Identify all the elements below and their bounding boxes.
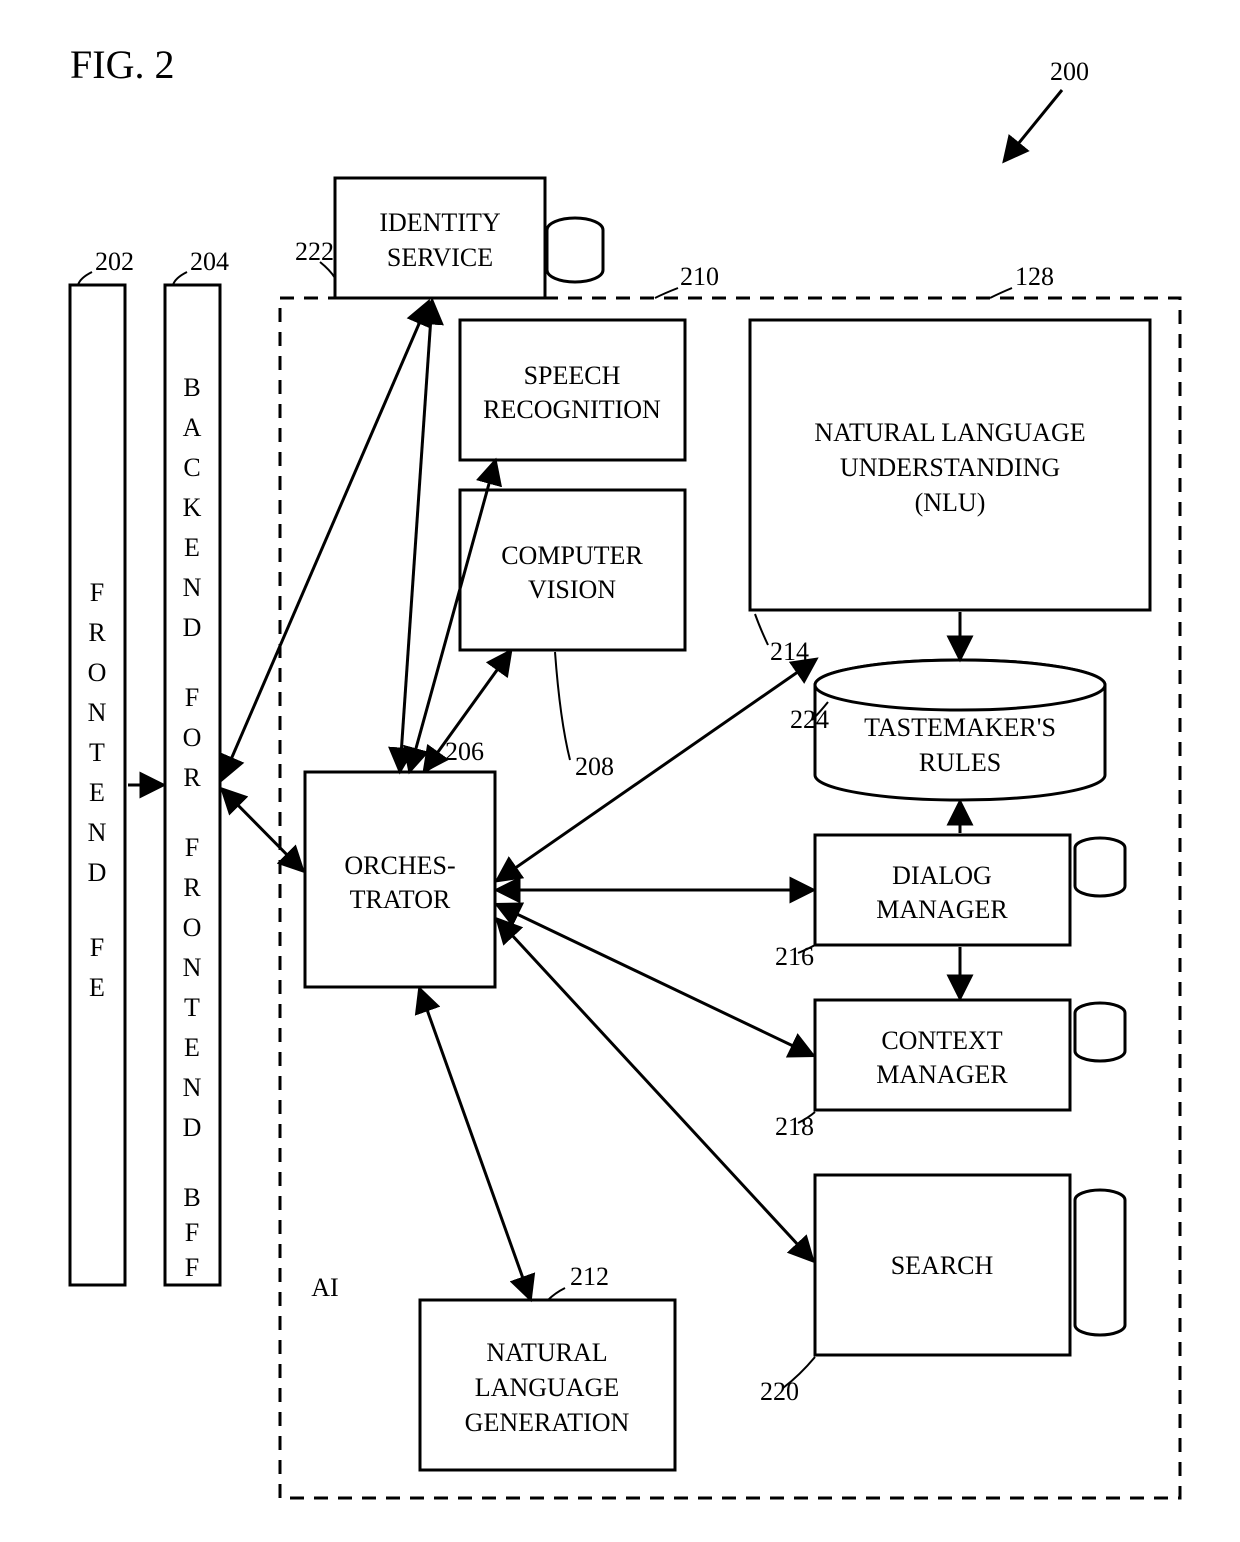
svg-text:N: N [183, 573, 202, 602]
svg-text:O: O [183, 913, 202, 942]
svg-text:DIALOG: DIALOG [892, 861, 992, 890]
svg-text:C: C [183, 453, 200, 482]
context-db-icon [1075, 1003, 1125, 1061]
svg-text:F: F [90, 933, 104, 962]
svg-text:T: T [89, 738, 105, 767]
svg-text:R: R [88, 618, 106, 647]
figure-2-diagram: FIG. 2 200 F R O N T E N D F E B A C K E… [0, 0, 1240, 1542]
figure-label: FIG. 2 [70, 42, 174, 87]
dialog-db-icon [1075, 838, 1125, 896]
svg-text:N: N [88, 698, 107, 727]
svg-text:222: 222 [295, 237, 334, 266]
svg-text:O: O [183, 723, 202, 752]
svg-text:D: D [88, 858, 107, 887]
svg-text:SERVICE: SERVICE [387, 243, 493, 272]
svg-text:F: F [185, 833, 199, 862]
svg-text:128: 128 [1015, 262, 1054, 291]
svg-text:E: E [184, 533, 200, 562]
svg-text:E: E [89, 778, 105, 807]
frontend-letter: F [90, 578, 104, 607]
nlu-block: NATURAL LANGUAGE UNDERSTANDING (NLU) [750, 320, 1150, 610]
svg-text:N: N [183, 1073, 202, 1102]
svg-text:(NLU): (NLU) [915, 488, 986, 517]
svg-text:RECOGNITION: RECOGNITION [483, 395, 661, 424]
svg-text:202: 202 [95, 247, 134, 276]
svg-text:UNDERSTANDING: UNDERSTANDING [840, 453, 1060, 482]
svg-text:O: O [88, 658, 107, 687]
dialog-manager-block: DIALOG MANAGER [815, 835, 1125, 945]
svg-text:TRATOR: TRATOR [350, 885, 451, 914]
svg-text:D: D [183, 1113, 202, 1142]
svg-text:COMPUTER: COMPUTER [501, 541, 643, 570]
svg-text:TASTEMAKER'S: TASTEMAKER'S [864, 713, 1056, 742]
svg-text:208: 208 [575, 752, 614, 781]
svg-text:210: 210 [680, 262, 719, 291]
identity-db-icon [547, 218, 603, 282]
svg-text:CONTEXT: CONTEXT [881, 1026, 1002, 1055]
search-block: SEARCH [815, 1175, 1125, 1355]
identity-service-block: IDENTITY SERVICE [335, 178, 603, 298]
svg-text:SPEECH: SPEECH [524, 361, 621, 390]
svg-text:E: E [184, 1033, 200, 1062]
svg-text:RULES: RULES [919, 748, 1001, 777]
svg-text:200: 200 [1050, 57, 1089, 86]
svg-text:A: A [183, 413, 202, 442]
svg-text:NATURAL LANGUAGE: NATURAL LANGUAGE [814, 418, 1085, 447]
svg-text:NATURAL: NATURAL [486, 1338, 607, 1367]
svg-text:B: B [183, 1183, 200, 1212]
nlg-block: NATURAL LANGUAGE GENERATION [420, 1300, 675, 1470]
svg-text:MANAGER: MANAGER [876, 895, 1008, 924]
svg-text:SEARCH: SEARCH [891, 1251, 994, 1280]
context-manager-block: CONTEXT MANAGER [815, 1000, 1125, 1110]
svg-text:N: N [183, 953, 202, 982]
svg-text:F: F [185, 683, 199, 712]
callout-200: 200 [1005, 57, 1089, 160]
svg-text:D: D [183, 613, 202, 642]
svg-text:204: 204 [190, 247, 229, 276]
svg-text:R: R [183, 763, 201, 792]
svg-text:212: 212 [570, 1262, 609, 1291]
search-db-icon [1075, 1190, 1125, 1335]
svg-text:IDENTITY: IDENTITY [379, 208, 501, 237]
svg-text:VISION: VISION [528, 575, 616, 604]
svg-text:206: 206 [445, 737, 484, 766]
svg-text:LANGUAGE: LANGUAGE [475, 1373, 619, 1402]
computer-vision-block: COMPUTER VISION [460, 490, 685, 650]
svg-text:MANAGER: MANAGER [876, 1060, 1008, 1089]
tastemakers-rules-block: TASTEMAKER'S RULES [815, 660, 1105, 800]
frontend-block: F R O N T E N D F E [70, 285, 125, 1285]
orchestrator-block: ORCHES- TRATOR [305, 772, 495, 987]
svg-text:N: N [88, 818, 107, 847]
bff-block: B A C K E N D F O R F R O N T E N D B F … [165, 285, 220, 1285]
ai-label: AI [311, 1273, 338, 1302]
svg-text:ORCHES-: ORCHES- [344, 851, 455, 880]
svg-text:220: 220 [760, 1377, 799, 1406]
svg-text:F: F [185, 1218, 199, 1247]
svg-text:K: K [183, 493, 202, 522]
svg-text:B: B [183, 373, 200, 402]
svg-text:R: R [183, 873, 201, 902]
svg-text:T: T [184, 993, 200, 1022]
svg-text:F: F [185, 1253, 199, 1282]
svg-text:E: E [89, 973, 105, 1002]
speech-recognition-block: SPEECH RECOGNITION [460, 320, 685, 460]
svg-text:216: 216 [775, 942, 814, 971]
svg-text:214: 214 [770, 637, 809, 666]
svg-text:GENERATION: GENERATION [465, 1408, 630, 1437]
